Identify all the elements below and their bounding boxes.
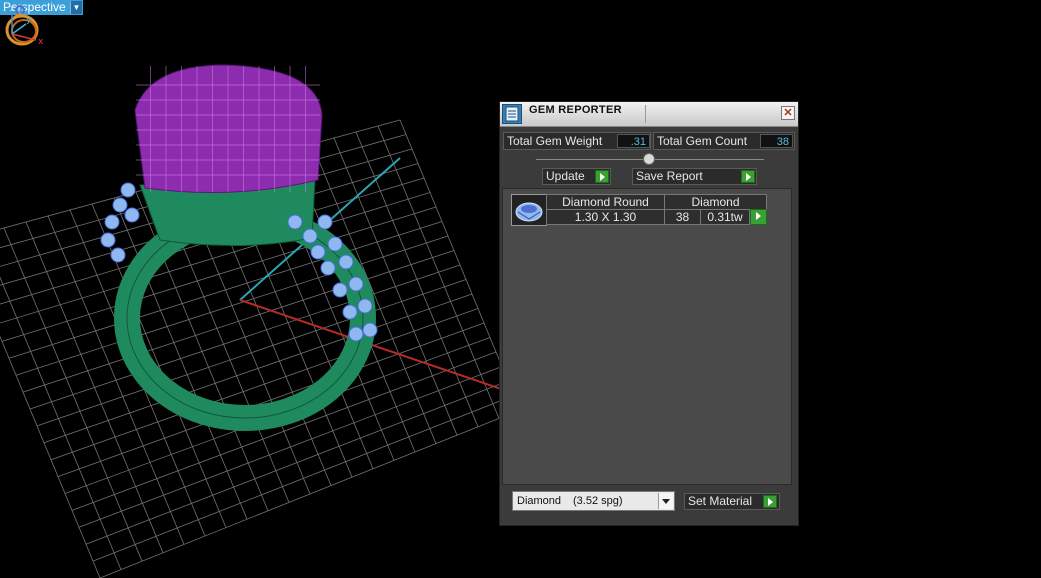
axis-gizmo: z y x [10,4,44,47]
play-arrow-icon [741,170,755,183]
save-report-button-label: Save Report [636,169,703,183]
pave-gem [120,182,136,198]
gem-weight-cell[interactable]: 0.31tw [700,209,750,225]
z-axis-label: z [10,4,15,14]
pave-gem [110,247,126,263]
pave-gem [124,207,140,223]
material-select-spg: (3.52 spg) [573,495,623,507]
pave-gem [348,326,364,342]
pave-gem [317,214,333,230]
gem-reporter-icon [502,104,522,124]
pave-gem [332,282,348,298]
pave-gem [327,236,343,252]
total-gem-weight-value: .31 [617,134,650,148]
x-axis-label: x [38,37,44,47]
center-stone [134,64,323,193]
play-arrow-icon [595,170,609,183]
play-arrow-icon [752,210,766,223]
material-select[interactable]: Diamond (3.52 spg) [512,491,675,511]
pave-gem [362,322,378,338]
gem-row-action-button[interactable] [750,209,767,225]
pave-gem [342,304,358,320]
ring-shank [114,205,376,431]
material-select-name: Diamond [517,495,562,507]
update-button-label: Update [546,169,585,183]
total-gem-weight-label: Total Gem Weight [507,134,603,148]
total-gem-count-label: Total Gem Count [657,134,748,148]
set-material-button[interactable]: Set Material [684,493,780,510]
gem-count-cell[interactable]: 38 [664,209,701,225]
gem-reporter-panel: GEM REPORTER ✕ Total Gem Weight .31 Tota… [499,101,799,526]
pave-gem [320,260,336,276]
divider-slider-handle[interactable] [643,153,655,165]
pave-gem [310,244,326,260]
gem-shape-cell[interactable]: Diamond Round [546,194,665,210]
gem-list[interactable]: Diamond Round Diamond 1.30 X 1.30 38 0.3… [502,188,792,485]
chevron-down-icon[interactable]: ▼ [70,1,82,14]
pave-gem [287,214,303,230]
save-report-button[interactable]: Save Report [632,168,757,185]
pave-gem [338,254,354,270]
y-axis-line [11,23,27,35]
total-gem-count-box: Total Gem Count 38 [653,132,795,150]
x-axis-line [11,33,37,41]
pave-gem [348,276,364,292]
y-axis-label: y [26,15,32,25]
title-separator [645,105,646,123]
pave-gem [357,298,373,314]
panel-title: GEM REPORTER [529,104,622,116]
set-material-button-label: Set Material [688,494,753,508]
pave-gem [100,232,116,248]
gem-material-cell[interactable]: Diamond [664,194,767,210]
update-button[interactable]: Update [542,168,611,185]
gem-size-cell[interactable]: 1.30 X 1.30 [546,209,665,225]
play-arrow-icon [763,495,777,508]
total-gem-weight-box: Total Gem Weight .31 [503,132,651,150]
close-icon[interactable]: ✕ [781,106,795,120]
total-gem-count-value: 38 [760,134,793,148]
pave-gem [302,228,318,244]
chevron-down-icon[interactable] [658,493,673,509]
gem-thumbnail-icon[interactable] [511,194,547,226]
pave-gem [112,197,128,213]
pave-gem [104,214,120,230]
panel-titlebar[interactable]: GEM REPORTER ✕ [500,102,798,127]
